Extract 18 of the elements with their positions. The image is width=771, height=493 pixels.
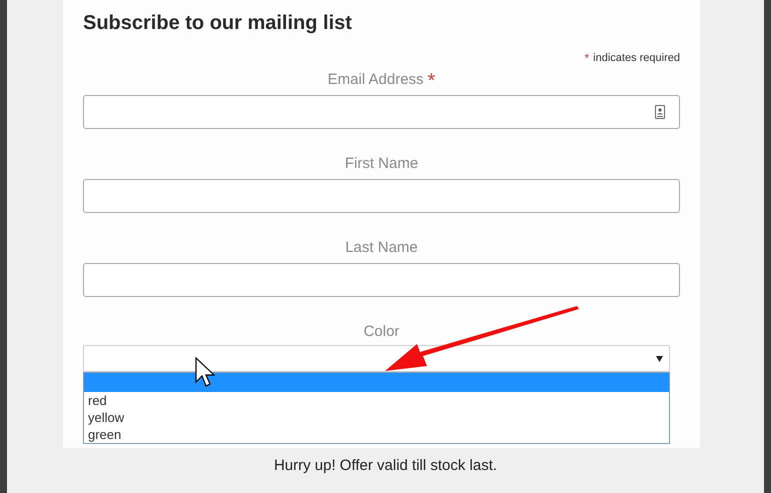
field-label: Last Name (345, 238, 418, 258)
required-note: indicates required (593, 50, 680, 66)
form-title: Subscribe to our mailing list (83, 11, 353, 36)
text-field[interactable] (83, 263, 680, 297)
dropdown-option[interactable]: red (84, 392, 669, 409)
text-field[interactable] (83, 95, 680, 129)
select-field[interactable] (83, 345, 670, 372)
field-label: Email Address (328, 70, 424, 90)
required-mark: * (584, 50, 590, 67)
dropdown-option[interactable]: yellow (84, 409, 669, 426)
required-mark: * (428, 71, 436, 91)
offer-text: Hurry up! Offer valid till stock last. (274, 456, 498, 476)
contact-card-icon[interactable] (655, 105, 665, 119)
dropdown-option[interactable]: green (84, 426, 669, 443)
text-field[interactable] (83, 179, 680, 213)
field-label: Color (364, 322, 400, 342)
field-label: First Name (344, 154, 418, 174)
dropdown-caret-icon (656, 356, 663, 362)
